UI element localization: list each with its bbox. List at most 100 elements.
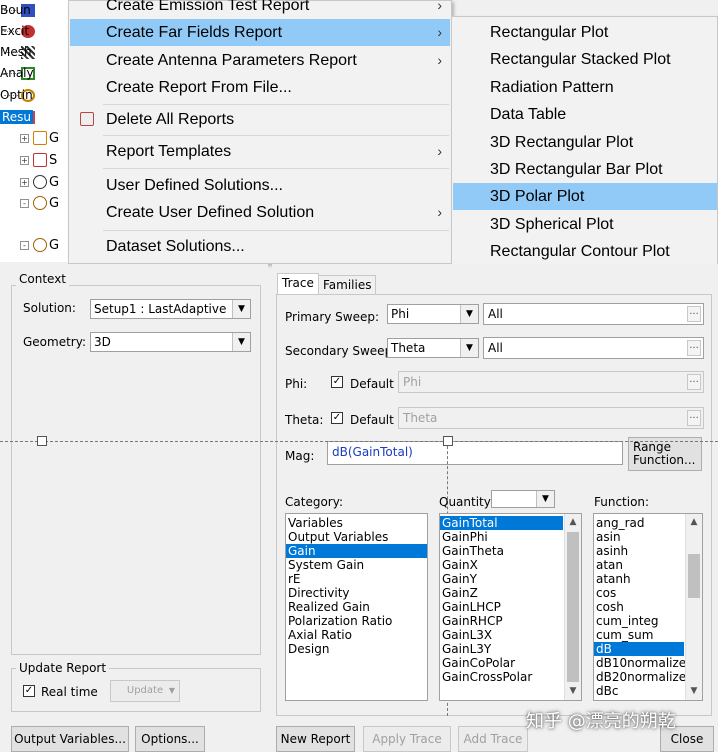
ellipsis-button[interactable]: ...: [687, 374, 701, 390]
tree-item-boundaries[interactable]: Boun: [0, 0, 38, 20]
scroll-thumb[interactable]: [567, 532, 579, 682]
quantity-list-item[interactable]: GainZ: [440, 586, 563, 600]
category-list[interactable]: Variables Output Variables Gain System Gain…: [285, 513, 428, 701]
function-list-item[interactable]: cos: [594, 586, 684, 600]
tree-item-excitations[interactable]: Excit: [0, 21, 38, 41]
theta-value-field[interactable]: Theta...: [398, 407, 704, 429]
category-list-item[interactable]: Output Variables: [286, 530, 427, 544]
quantity-list-item[interactable]: GainTheta: [440, 544, 563, 558]
quantity-list-item[interactable]: GainCoPolar: [440, 656, 563, 670]
category-list-item[interactable]: Gain: [286, 544, 427, 558]
resize-handle[interactable]: [443, 436, 453, 446]
secondary-sweep-select[interactable]: Theta ▼: [387, 338, 479, 358]
geometry-select[interactable]: 3D ▼: [90, 332, 251, 352]
quantity-list-item[interactable]: GainLHCP: [440, 600, 563, 614]
submenu-item-3d-spherical-plot[interactable]: 3D Spherical Plot: [453, 211, 717, 238]
menu-item-dataset-solutions[interactable]: Dataset Solutions...: [70, 233, 450, 260]
menu-item-create-emission-test-report[interactable]: Create Emission Test Report ›: [70, 0, 450, 19]
add-trace-button[interactable]: Add Trace: [458, 726, 528, 752]
function-list-item[interactable]: ang_rad: [594, 516, 684, 530]
phi-value-field[interactable]: Phi...: [398, 371, 704, 393]
apply-trace-button[interactable]: Apply Trace: [363, 726, 451, 752]
expand-icon[interactable]: +: [20, 133, 29, 143]
tree-item-analysis[interactable]: Analy: [0, 63, 38, 83]
quantity-list-item[interactable]: GainL3X: [440, 628, 563, 642]
submenu-item-rectangular-contour-plot[interactable]: Rectangular Contour Plot: [453, 238, 717, 265]
ellipsis-button[interactable]: ...: [687, 340, 701, 356]
ellipsis-button[interactable]: ...: [687, 306, 701, 322]
function-list-item[interactable]: cosh: [594, 600, 684, 614]
category-list-item[interactable]: Directivity: [286, 586, 427, 600]
function-list-item[interactable]: dB20normalize: [594, 670, 686, 684]
tab-trace[interactable]: Trace: [277, 273, 319, 295]
tree-subitem[interactable]: -G: [20, 193, 59, 213]
quantity-scrollbar[interactable]: ▲ ▼: [564, 514, 581, 700]
expand-icon[interactable]: +: [20, 177, 29, 187]
quantity-list-item[interactable]: GainCrossPolar: [440, 670, 563, 684]
quantity-list-item[interactable]: GainPhi: [440, 530, 563, 544]
function-list-item[interactable]: asin: [594, 530, 684, 544]
submenu-item-3d-polar-plot[interactable]: 3D Polar Plot: [453, 183, 717, 210]
expand-icon[interactable]: -: [20, 240, 29, 250]
primary-sweep-select[interactable]: Phi ▼: [387, 304, 479, 324]
output-variables-button[interactable]: Output Variables...: [11, 726, 129, 752]
options-button[interactable]: Options...: [135, 726, 205, 752]
tab-families[interactable]: Families: [318, 275, 377, 295]
menu-item-create-antenna-parameters-report[interactable]: Create Antenna Parameters Report ›: [70, 47, 450, 74]
ellipsis-button[interactable]: ...: [687, 410, 701, 426]
tree-item-optimetrics[interactable]: Optin: [0, 85, 38, 105]
function-list-item[interactable]: dB: [594, 642, 684, 656]
quantity-list-item[interactable]: GainX: [440, 558, 563, 572]
menu-item-create-report-from-file[interactable]: Create Report From File...: [70, 74, 450, 101]
secondary-sweep-range-field[interactable]: All...: [483, 337, 704, 359]
tree-subitem[interactable]: + S: [20, 150, 57, 170]
category-list-item[interactable]: Variables: [286, 516, 427, 530]
phi-default-checkbox[interactable]: ✓: [331, 376, 343, 388]
quantity-list-item[interactable]: GainL3Y: [440, 642, 563, 656]
theta-default-checkbox[interactable]: ✓: [331, 412, 343, 424]
primary-sweep-range-field[interactable]: All...: [483, 303, 704, 325]
scroll-up-icon[interactable]: ▲: [686, 514, 702, 531]
function-list-item[interactable]: atanh: [594, 572, 684, 586]
new-report-button[interactable]: New Report: [276, 726, 355, 752]
quantity-list-item[interactable]: GainY: [440, 572, 563, 586]
menu-item-create-user-defined-solution[interactable]: Create User Defined Solution ›: [70, 199, 450, 226]
menu-item-create-far-fields-report[interactable]: Create Far Fields Report ›: [70, 19, 450, 46]
quantity-filter-select[interactable]: ▼: [491, 490, 555, 508]
scroll-down-icon[interactable]: ▼: [686, 683, 702, 700]
submenu-item-3d-rectangular-bar-plot[interactable]: 3D Rectangular Bar Plot: [453, 156, 717, 183]
function-scrollbar[interactable]: ▲ ▼: [685, 514, 702, 700]
submenu-item-3d-rectangular-plot[interactable]: 3D Rectangular Plot: [453, 129, 717, 156]
category-list-item[interactable]: Polarization Ratio: [286, 614, 427, 628]
expand-icon[interactable]: +: [20, 155, 29, 165]
submenu-item-data-table[interactable]: Data Table: [453, 101, 717, 128]
function-list-item[interactable]: atan: [594, 558, 684, 572]
solution-select[interactable]: Setup1 : LastAdaptive ▼: [90, 299, 251, 319]
menu-item-user-defined-solutions[interactable]: User Defined Solutions...: [70, 172, 450, 199]
function-list-item[interactable]: dB10normalize: [594, 656, 686, 670]
scroll-up-icon[interactable]: ▲: [565, 514, 581, 531]
scroll-down-icon[interactable]: ▼: [565, 683, 581, 700]
tree-subitem[interactable]: + G: [20, 128, 59, 148]
function-list-item[interactable]: asinh: [594, 544, 684, 558]
range-function-button[interactable]: Range Function...: [628, 437, 702, 471]
quantity-list[interactable]: GainTotal GainPhi GainTheta GainX GainY GainZ…: [439, 513, 582, 701]
category-list-item[interactable]: System Gain: [286, 558, 427, 572]
function-list-item[interactable]: cum_integ: [594, 614, 684, 628]
tree-item-mesh[interactable]: Mesh: [0, 42, 38, 62]
scroll-thumb[interactable]: [688, 554, 700, 598]
mag-expression-field[interactable]: dB(GainTotal): [327, 441, 623, 465]
expand-icon[interactable]: -: [20, 198, 29, 208]
function-list-item[interactable]: dBc: [594, 684, 684, 698]
quantity-list-item[interactable]: GainRHCP: [440, 614, 563, 628]
category-list-item[interactable]: Axial Ratio: [286, 628, 427, 642]
function-list-item[interactable]: cum_sum: [594, 628, 684, 642]
real-time-checkbox[interactable]: ✓: [23, 685, 35, 697]
function-list[interactable]: ang_rad asin asinh atan atanh cos cosh cum_inte…: [593, 513, 703, 701]
resize-handle[interactable]: [37, 436, 47, 446]
submenu-item-radiation-pattern[interactable]: Radiation Pattern: [453, 74, 717, 101]
tree-subitem[interactable]: -G: [20, 235, 59, 255]
tree-item-results[interactable]: Resu: [0, 107, 38, 127]
quantity-list-item[interactable]: GainTotal: [440, 516, 563, 530]
category-list-item[interactable]: rE: [286, 572, 427, 586]
